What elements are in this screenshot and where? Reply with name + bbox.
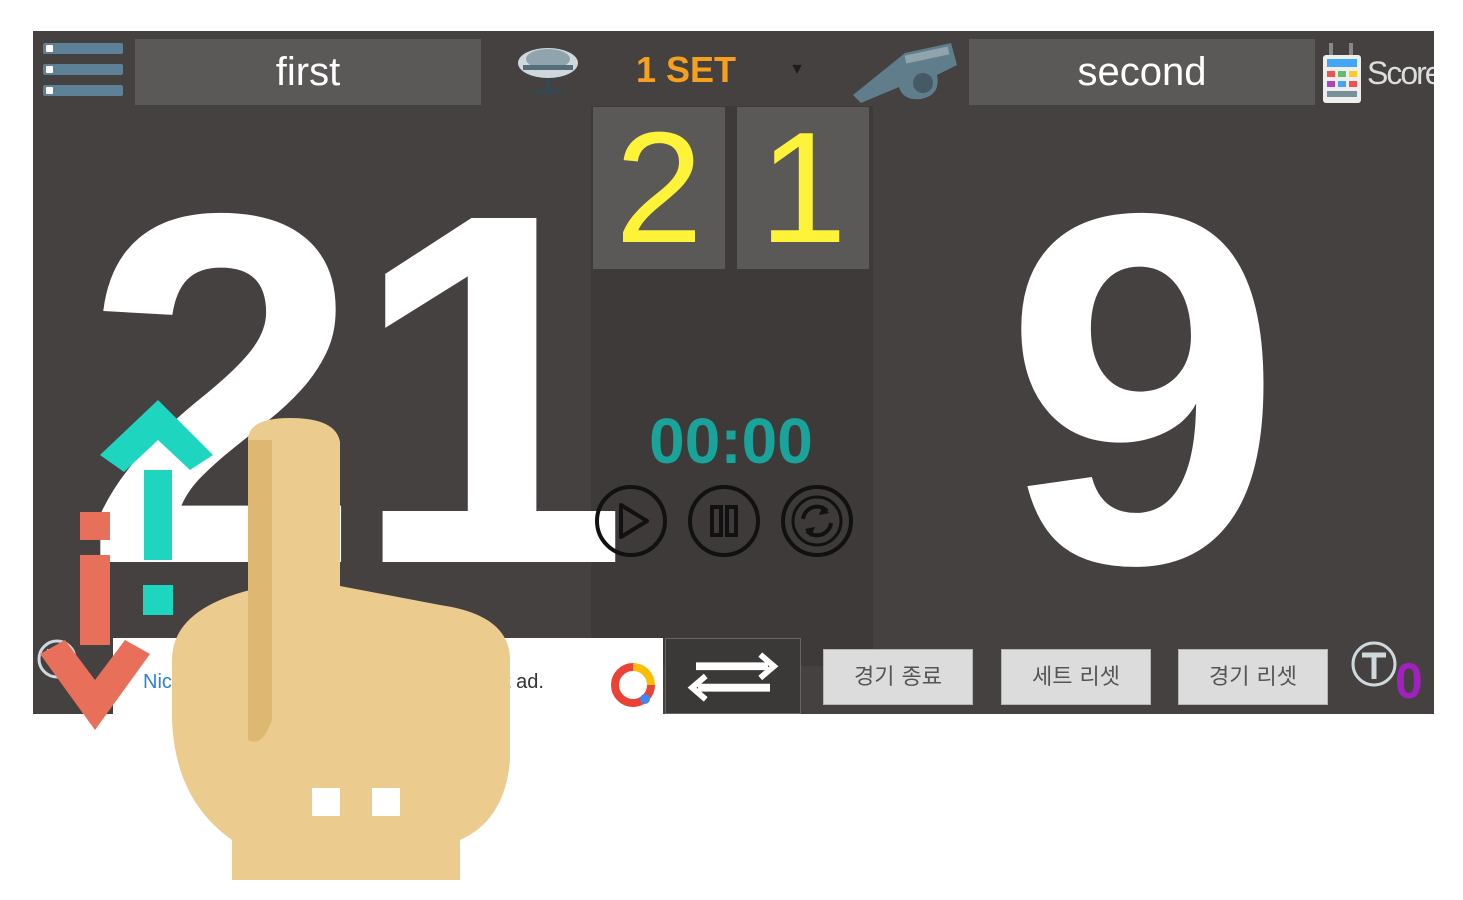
ad-text-left[interactable]: Nic <box>143 671 172 694</box>
game-reset-button[interactable]: 경기 리셋 <box>1178 649 1328 705</box>
ad-text-right[interactable]: t ad. <box>505 671 544 694</box>
timeout-left-icon[interactable] <box>35 637 79 683</box>
score-right[interactable]: 9 <box>993 109 1293 669</box>
menu-icon[interactable] <box>39 41 125 99</box>
score-left[interactable]: 21 <box>83 109 629 669</box>
ad-banner[interactable] <box>113 638 663 714</box>
team-right-name[interactable]: second <box>969 39 1315 105</box>
chevron-down-icon[interactable]: ▼ <box>785 58 809 82</box>
team-left-name[interactable]: first <box>135 39 481 105</box>
pause-icon[interactable] <box>686 483 762 559</box>
end-game-button[interactable]: 경기 종료 <box>823 649 973 705</box>
ad-logo-icon[interactable] <box>609 661 657 709</box>
timer-display: 00:00 <box>649 405 813 477</box>
timeout-count-right: 0 <box>1395 653 1423 709</box>
score-icon-label: Score <box>1367 55 1434 91</box>
play-icon[interactable] <box>593 483 669 559</box>
refresh-icon[interactable] <box>779 483 855 559</box>
set-label[interactable]: 1 SET <box>621 47 751 93</box>
microphone-icon[interactable] <box>511 41 585 97</box>
scoreboard-app: first second 1 SET ▼ Score 2 1 21 9 00:0… <box>33 31 1434 714</box>
swap-arrows-icon[interactable] <box>665 638 801 714</box>
whistle-icon[interactable] <box>847 35 959 105</box>
timeout-right-icon[interactable] <box>1349 639 1399 689</box>
set-reset-button[interactable]: 세트 리셋 <box>1001 649 1151 705</box>
set-score-right[interactable]: 1 <box>737 107 869 269</box>
